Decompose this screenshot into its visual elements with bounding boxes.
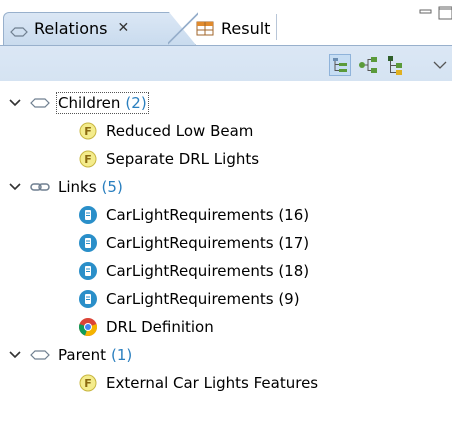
list-item[interactable]: F External Car Lights Features (78, 369, 318, 397)
svg-text:F: F (84, 377, 92, 390)
children-count: (2) (125, 94, 147, 112)
relations-icon (10, 23, 28, 37)
feature-icon: F (78, 149, 98, 169)
tree-node-children[interactable]: Children (2) (8, 89, 149, 117)
list-item[interactable]: CarLightRequirements (18) (78, 257, 309, 285)
list-item-label: Reduced Low Beam (106, 122, 254, 140)
graph-view-icon[interactable] (358, 54, 380, 76)
close-icon[interactable]: ✕ (117, 20, 129, 36)
view-toolbar (0, 45, 452, 81)
requirement-icon (78, 205, 98, 225)
feature-icon: F (78, 373, 98, 393)
view-menu-chevron-icon[interactable] (432, 58, 448, 70)
link-icon (30, 177, 50, 197)
list-item[interactable]: CarLightRequirements (16) (78, 201, 309, 229)
tree-view-icon[interactable] (329, 54, 351, 76)
list-item[interactable]: CarLightRequirements (9) (78, 285, 300, 313)
tab-relations-label: Relations (34, 18, 108, 38)
list-item[interactable]: F Reduced Low Beam (78, 117, 253, 145)
requirement-icon (78, 261, 98, 281)
list-item-label: CarLightRequirements (18) (106, 262, 310, 280)
svg-text:F: F (84, 153, 92, 166)
feature-icon: F (78, 121, 98, 141)
requirement-icon (78, 289, 98, 309)
browser-icon (78, 317, 98, 337)
links-count: (5) (101, 178, 123, 196)
tree-node-links[interactable]: Links (5) (8, 173, 123, 201)
view-tab-bar: Relations ✕ Result (0, 0, 452, 45)
tab-result-label: Result (221, 18, 271, 38)
chevron-down-icon[interactable] (8, 96, 22, 110)
tree-node-parent[interactable]: Parent (1) (8, 341, 132, 369)
minimize-icon[interactable] (418, 6, 434, 20)
relations-tree: Children (2) F Reduced Low Beam F Separat… (0, 81, 452, 430)
maximize-icon[interactable] (438, 6, 452, 20)
relation-group-icon (30, 93, 50, 113)
result-table-icon (196, 20, 214, 36)
links-group-label: Links (5) (58, 178, 123, 196)
list-item-label: CarLightRequirements (9) (106, 290, 300, 308)
requirement-icon (78, 233, 98, 253)
svg-text:F: F (84, 125, 92, 138)
tab-result[interactable]: Result (196, 12, 270, 44)
hierarchy-view-icon[interactable] (385, 54, 407, 76)
list-item[interactable]: DRL Definition (78, 313, 214, 341)
list-item-label: Separate DRL Lights (106, 150, 260, 168)
list-item-label: External Car Lights Features (106, 374, 319, 392)
chevron-down-icon[interactable] (8, 348, 22, 362)
parent-group-label: Parent (1) (58, 346, 133, 364)
chevron-down-icon[interactable] (8, 180, 22, 194)
list-item-label: CarLightRequirements (17) (106, 234, 310, 252)
parent-count: (1) (111, 346, 133, 364)
list-item-label: DRL Definition (106, 318, 214, 336)
list-item[interactable]: F Separate DRL Lights (78, 145, 259, 173)
tab-relations[interactable]: Relations ✕ (10, 12, 129, 44)
list-item-label: CarLightRequirements (16) (106, 206, 310, 224)
children-group-label: Children (2) (56, 92, 149, 114)
relation-group-icon (30, 345, 50, 365)
list-item[interactable]: CarLightRequirements (17) (78, 229, 309, 257)
